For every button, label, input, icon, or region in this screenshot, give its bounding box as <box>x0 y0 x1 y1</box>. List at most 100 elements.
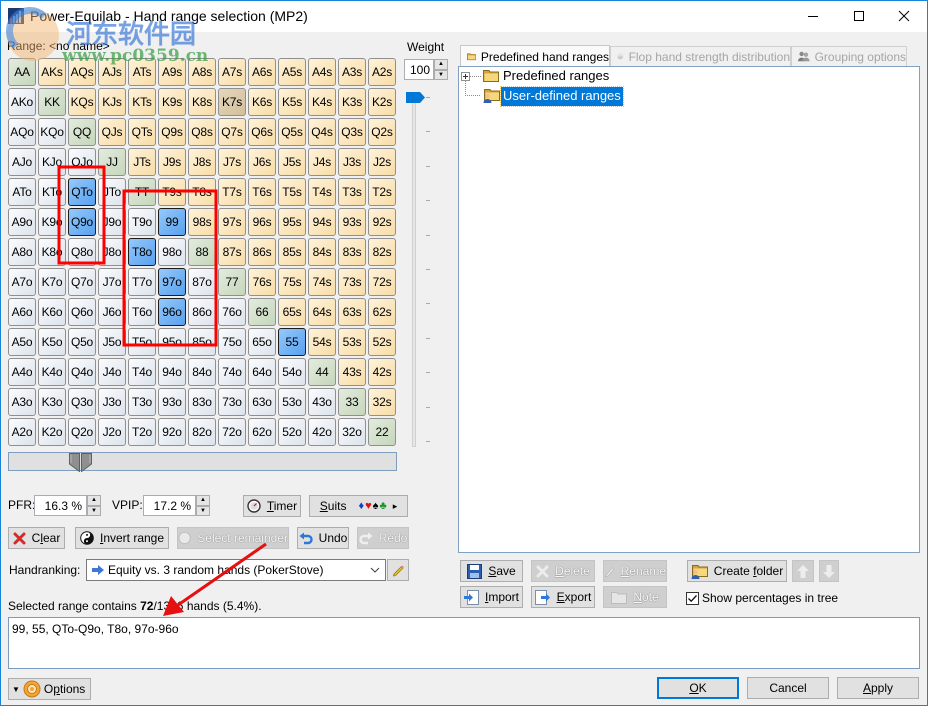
hand-cell-J4s[interactable]: J4s <box>308 148 336 176</box>
spin-down-icon[interactable]: ▼ <box>434 69 448 80</box>
hand-cell-82s[interactable]: 82s <box>368 238 396 266</box>
hand-cell-76s[interactable]: 76s <box>248 268 276 296</box>
hand-cell-AQo[interactable]: AQo <box>8 118 36 146</box>
weight-slider-track[interactable] <box>412 97 416 447</box>
hand-cell-87s[interactable]: 87s <box>218 238 246 266</box>
hand-cell-K9s[interactable]: K9s <box>158 88 186 116</box>
suits-button[interactable]: Suits ♦ ♥ ♠ ♣ ▸ <box>309 495 408 517</box>
hand-cell-K4s[interactable]: K4s <box>308 88 336 116</box>
hand-cell-K7o[interactable]: K7o <box>38 268 66 296</box>
redo-button[interactable]: Redo <box>357 527 409 549</box>
hand-cell-T8s[interactable]: T8s <box>188 178 216 206</box>
range-tree[interactable] <box>458 66 920 553</box>
hand-cell-QTo[interactable]: QTo <box>68 178 96 206</box>
hand-cell-AJo[interactable]: AJo <box>8 148 36 176</box>
hand-cell-77[interactable]: 77 <box>218 268 246 296</box>
import-button[interactable]: Import <box>460 586 523 608</box>
hand-cell-A3o[interactable]: A3o <box>8 388 36 416</box>
hand-cell-KJo[interactable]: KJo <box>38 148 66 176</box>
hand-cell-52s[interactable]: 52s <box>368 328 396 356</box>
hand-cell-64s[interactable]: 64s <box>308 298 336 326</box>
hand-cell-J9o[interactable]: J9o <box>98 208 126 236</box>
hand-cell-86o[interactable]: 86o <box>188 298 216 326</box>
hand-cell-AKo[interactable]: AKo <box>8 88 36 116</box>
weight-slider-thumb[interactable] <box>406 92 426 103</box>
hand-cell-AKs[interactable]: AKs <box>38 58 66 86</box>
hand-cell-Q7o[interactable]: Q7o <box>68 268 96 296</box>
hand-cell-98o[interactable]: 98o <box>158 238 186 266</box>
hand-cell-43o[interactable]: 43o <box>308 388 336 416</box>
hand-cell-97o[interactable]: 97o <box>158 268 186 296</box>
hand-cell-JJ[interactable]: JJ <box>98 148 126 176</box>
hand-cell-A9s[interactable]: A9s <box>158 58 186 86</box>
hand-cell-KQs[interactable]: KQs <box>68 88 96 116</box>
hand-cell-AJs[interactable]: AJs <box>98 58 126 86</box>
hand-cell-J7o[interactable]: J7o <box>98 268 126 296</box>
hand-cell-K3s[interactable]: K3s <box>338 88 366 116</box>
hand-cell-A9o[interactable]: A9o <box>8 208 36 236</box>
hand-cell-ATs[interactable]: ATs <box>128 58 156 86</box>
hand-cell-K8s[interactable]: K8s <box>188 88 216 116</box>
hand-cell-K7s[interactable]: K7s <box>218 88 246 116</box>
hand-cell-74s[interactable]: 74s <box>308 268 336 296</box>
hand-cell-A2o[interactable]: A2o <box>8 418 36 446</box>
hand-cell-J5o[interactable]: J5o <box>98 328 126 356</box>
hand-cell-A2s[interactable]: A2s <box>368 58 396 86</box>
hand-cell-AQs[interactable]: AQs <box>68 58 96 86</box>
hand-cell-K3o[interactable]: K3o <box>38 388 66 416</box>
hand-cell-73o[interactable]: 73o <box>218 388 246 416</box>
hand-cell-Q4s[interactable]: Q4s <box>308 118 336 146</box>
vpip-input[interactable]: 17.2 % <box>143 495 196 516</box>
hand-cell-KTs[interactable]: KTs <box>128 88 156 116</box>
timer-button[interactable]: Timer <box>243 495 301 517</box>
hand-cell-Q8o[interactable]: Q8o <box>68 238 96 266</box>
hand-cell-J9s[interactable]: J9s <box>158 148 186 176</box>
hand-cell-KK[interactable]: KK <box>38 88 66 116</box>
hand-cell-95o[interactable]: 95o <box>158 328 186 356</box>
hand-cell-63o[interactable]: 63o <box>248 388 276 416</box>
hand-cell-Q2s[interactable]: Q2s <box>368 118 396 146</box>
hand-cell-T2o[interactable]: T2o <box>128 418 156 446</box>
hand-cell-72s[interactable]: 72s <box>368 268 396 296</box>
tree-item-predefined-ranges[interactable]: Predefined ranges <box>503 68 609 83</box>
hand-cell-QTs[interactable]: QTs <box>128 118 156 146</box>
hand-cell-T3s[interactable]: T3s <box>338 178 366 206</box>
hand-cell-J8o[interactable]: J8o <box>98 238 126 266</box>
hand-cell-54o[interactable]: 54o <box>278 358 306 386</box>
hand-cell-Q3o[interactable]: Q3o <box>68 388 96 416</box>
undo-button[interactable]: Undo <box>297 527 349 549</box>
hand-cell-53s[interactable]: 53s <box>338 328 366 356</box>
range-text-input[interactable]: 99, 55, QTo-Q9o, T8o, 97o-96o <box>8 617 920 669</box>
hand-cell-32s[interactable]: 32s <box>368 388 396 416</box>
hand-cell-A6o[interactable]: A6o <box>8 298 36 326</box>
hand-cell-A5o[interactable]: A5o <box>8 328 36 356</box>
hand-cell-98s[interactable]: 98s <box>188 208 216 236</box>
edit-handranking-button[interactable] <box>387 559 409 581</box>
hand-cell-T6o[interactable]: T6o <box>128 298 156 326</box>
hand-cell-53o[interactable]: 53o <box>278 388 306 416</box>
weight-spinner[interactable]: ▲ ▼ <box>434 59 448 80</box>
hand-cell-TT[interactable]: TT <box>128 178 156 206</box>
hand-cell-A8o[interactable]: A8o <box>8 238 36 266</box>
hand-cell-K5o[interactable]: K5o <box>38 328 66 356</box>
hand-cell-65s[interactable]: 65s <box>278 298 306 326</box>
hand-cell-JTs[interactable]: JTs <box>128 148 156 176</box>
minimize-button[interactable] <box>790 1 836 31</box>
hand-cell-QJs[interactable]: QJs <box>98 118 126 146</box>
hand-cell-Q4o[interactable]: Q4o <box>68 358 96 386</box>
hand-cell-Q7s[interactable]: Q7s <box>218 118 246 146</box>
hand-cell-Q6o[interactable]: Q6o <box>68 298 96 326</box>
hand-cell-J6s[interactable]: J6s <box>248 148 276 176</box>
tree-item-user-defined-ranges[interactable]: User-defined ranges <box>500 86 624 107</box>
spin-up-icon[interactable]: ▲ <box>434 59 448 70</box>
spin-down-icon[interactable]: ▼ <box>196 505 210 516</box>
hand-cell-Q5s[interactable]: Q5s <box>278 118 306 146</box>
hand-cell-J5s[interactable]: J5s <box>278 148 306 176</box>
hand-cell-Q5o[interactable]: Q5o <box>68 328 96 356</box>
hand-cell-Q9o[interactable]: Q9o <box>68 208 96 236</box>
hand-cell-J3s[interactable]: J3s <box>338 148 366 176</box>
hand-cell-85o[interactable]: 85o <box>188 328 216 356</box>
hand-cell-K2s[interactable]: K2s <box>368 88 396 116</box>
hand-cell-A8s[interactable]: A8s <box>188 58 216 86</box>
hand-cell-JTo[interactable]: JTo <box>98 178 126 206</box>
